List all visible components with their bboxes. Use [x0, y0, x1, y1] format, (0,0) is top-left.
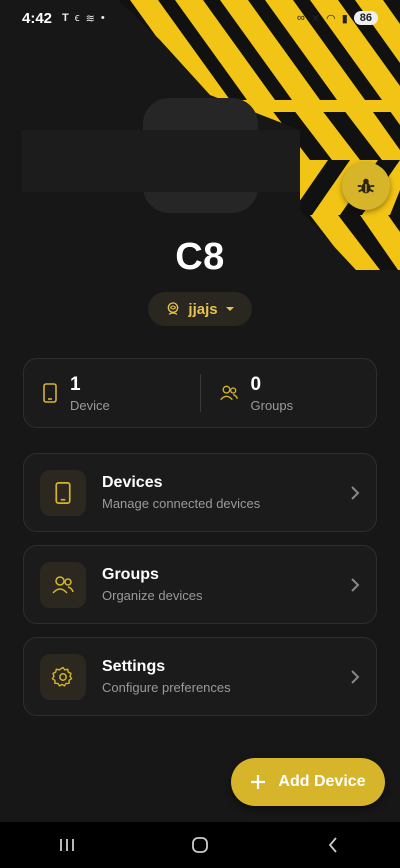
menu-icon-container [40, 469, 86, 516]
chevron-right-icon [351, 669, 360, 684]
users-icon [52, 575, 74, 594]
stat-groups-label: Groups [250, 397, 294, 413]
caret-down-icon [225, 307, 234, 311]
bug-report-button[interactable] [342, 162, 390, 210]
stat-groups: 0 Groups [201, 374, 377, 413]
bug-icon [357, 178, 375, 194]
menu-item-devices[interactable]: Devices Manage connected devices [23, 453, 377, 532]
battery-indicator: 86 [353, 11, 378, 25]
menu-item-settings[interactable]: Settings Configure preferences [23, 637, 377, 716]
system-navigation-bar [0, 822, 400, 868]
status-bar: 4:42 T ϵ ≋ • ∞ ✕ ◠ ▮ 86 [0, 0, 400, 36]
menu-subtitle: Configure preferences [102, 680, 231, 695]
rose-icon [168, 302, 179, 315]
home-icon [192, 837, 208, 853]
stat-devices-count: 1 [70, 373, 81, 395]
menu-item-groups[interactable]: Groups Organize devices [23, 545, 377, 624]
user-name: jjajs [188, 300, 218, 318]
recent-apps-button[interactable] [37, 822, 97, 868]
dot-icon: • [100, 12, 105, 24]
device-name-title: C8 [175, 236, 225, 278]
menu-subtitle: Organize devices [102, 588, 203, 603]
recent-apps-icon [59, 839, 74, 851]
system-icons: ∞ ✕ ◠ ▮ 86 [297, 11, 378, 25]
add-device-label: Add Device [278, 773, 366, 790]
home-button[interactable] [170, 822, 230, 868]
chevron-right-icon [351, 485, 360, 500]
wifi-icon: ◠ [326, 12, 336, 25]
tablet-icon [55, 481, 71, 504]
status-time: 4:42 [22, 9, 53, 27]
back-button[interactable] [303, 822, 363, 868]
stats-card: 1 Device 0 Groups [23, 358, 377, 428]
stat-devices: 1 Device [24, 374, 200, 413]
user-selector[interactable]: jjajs [148, 292, 252, 326]
redacted-area [22, 130, 300, 192]
tablet-icon [43, 382, 57, 403]
menu-title: Devices [102, 474, 163, 491]
menu-title: Settings [102, 658, 166, 675]
link-icon: ∞ [297, 12, 305, 24]
app-notification-icon: ϵ [74, 12, 80, 24]
signal-icon: ▮ [341, 12, 348, 25]
tesla-icon: T [62, 12, 69, 24]
stat-devices-label: Device [70, 397, 110, 413]
add-device-button[interactable]: Add Device [231, 758, 385, 806]
stripes-notification-icon: ≋ [85, 12, 95, 25]
stat-groups-count: 0 [250, 373, 262, 395]
menu-icon-container [40, 653, 86, 700]
plus-icon [251, 775, 266, 789]
mute-icon: ✕ [310, 12, 321, 25]
chevron-right-icon [351, 577, 360, 592]
back-icon [329, 837, 337, 853]
users-icon [219, 385, 238, 400]
notification-icons: T ϵ ≋ • [62, 12, 105, 25]
menu-subtitle: Manage connected devices [102, 496, 261, 511]
menu-icon-container [40, 561, 86, 608]
menu-title: Groups [102, 566, 159, 583]
gear-icon [51, 666, 73, 687]
